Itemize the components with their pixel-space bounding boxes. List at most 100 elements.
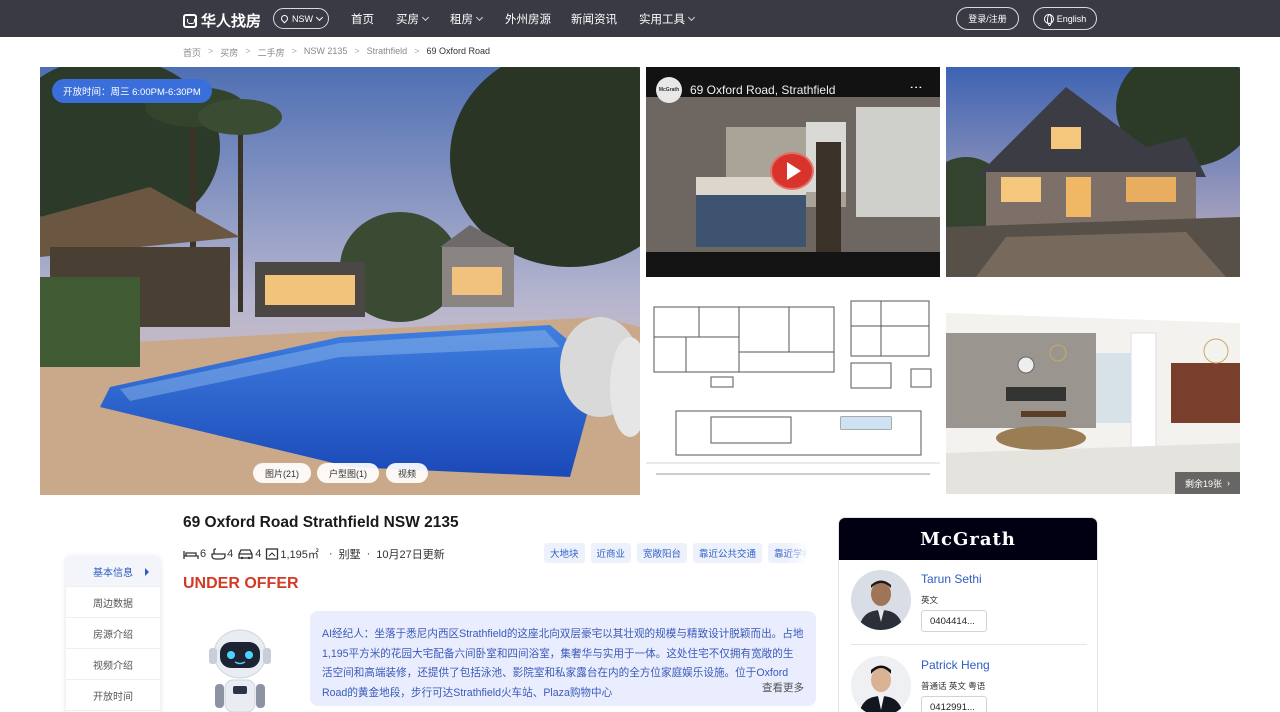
agent-photo bbox=[851, 570, 911, 630]
read-more-link[interactable]: 查看更多 bbox=[728, 678, 816, 698]
bed-icon bbox=[183, 551, 199, 559]
agent-phone-button[interactable]: 0404414... bbox=[921, 610, 987, 632]
photos-button[interactable]: 图片(21) bbox=[253, 463, 312, 483]
bedrooms-value: 6 bbox=[200, 548, 207, 560]
menu-open-times[interactable]: 开放时间 bbox=[66, 680, 160, 711]
language-button[interactable]: English bbox=[1033, 7, 1097, 30]
brand-name: 华人找房 bbox=[201, 13, 262, 30]
nav-rent-label: 租房 bbox=[450, 14, 473, 26]
nav-interstate[interactable]: 外州房源 bbox=[505, 11, 551, 27]
breadcrumb-home[interactable]: 首页 bbox=[183, 46, 201, 59]
land-size-value: 1,195㎡ bbox=[280, 549, 319, 561]
nav-news[interactable]: 新闻资讯 bbox=[571, 11, 617, 27]
exterior-photo-tile[interactable] bbox=[946, 67, 1240, 277]
nav-news-label: 新闻资讯 bbox=[571, 14, 617, 26]
nav-tools-label: 实用工具 bbox=[639, 14, 685, 26]
interior-photo-tile[interactable]: 剩余19张 › bbox=[946, 283, 1240, 494]
nav-home-label: 首页 bbox=[351, 14, 374, 26]
bath-icon bbox=[211, 548, 226, 560]
tag-public-transport: 靠近公共交通 bbox=[693, 543, 763, 563]
agent-name[interactable]: Tarun Sethi bbox=[921, 572, 982, 586]
globe-icon bbox=[1043, 13, 1054, 26]
listing-features: 6 4 4 1,195㎡ · 别墅 · 10月27日更新 bbox=[183, 546, 445, 562]
land-area-icon bbox=[266, 548, 279, 560]
breadcrumb-current: 69 Oxford Road bbox=[426, 46, 490, 56]
home-icon bbox=[183, 13, 197, 28]
video-tile[interactable]: McGrath 69 Oxford Road, Strathfield ⋮ bbox=[646, 67, 940, 277]
top-navigation: 华人找房 NSW 首页 买房 租房 外州房源 新闻资讯 实用工具 登录/注册 E… bbox=[0, 0, 1280, 37]
bedrooms: 6 bbox=[183, 548, 206, 560]
ai-agent-summary: AI经纪人：坐落于悉尼内西区Strathfield的这座北向双层豪宅以其壮观的规… bbox=[310, 611, 816, 706]
nav-interstate-label: 外州房源 bbox=[505, 14, 551, 26]
chevron-down-icon bbox=[421, 13, 430, 22]
bathrooms: 4 bbox=[210, 548, 233, 560]
pool-house-image bbox=[40, 67, 640, 495]
agent-phone-button[interactable]: 0412991... bbox=[921, 696, 987, 712]
floorplan-image bbox=[646, 283, 940, 494]
nav-buy-label: 买房 bbox=[396, 14, 419, 26]
agent-name[interactable]: Patrick Heng bbox=[921, 658, 990, 672]
dining-room-image bbox=[946, 283, 1240, 494]
channel-avatar: McGrath bbox=[656, 77, 682, 103]
breadcrumb-postcode[interactable]: NSW 2135 bbox=[304, 46, 348, 59]
site-logo[interactable]: 华人找房 bbox=[183, 10, 261, 31]
listing-title: 69 Oxford Road Strathfield NSW 2135 bbox=[183, 514, 459, 531]
breadcrumb: 首页 > 买房 > 二手房 > NSW 2135 > Strathfield > 69 O… bbox=[183, 46, 490, 59]
main-photo[interactable]: 开放时间：周三 6:00PM-6:30PM 图片(21) 户型图(1) 视频 bbox=[40, 67, 640, 495]
house-exterior-image bbox=[946, 67, 1240, 277]
chevron-right-icon: › bbox=[1227, 478, 1230, 488]
menu-property-description[interactable]: 房源介绍 bbox=[66, 618, 160, 649]
agency-logo[interactable]: McGrath bbox=[839, 518, 1097, 560]
agent-languages: 普通话 英文 粤语 bbox=[921, 681, 986, 691]
remaining-photos-button[interactable]: 剩余19张 › bbox=[1174, 472, 1240, 494]
floorplan-button[interactable]: 户型图(1) bbox=[317, 463, 379, 483]
agent-card: McGrath Tarun Sethi 英文 0404414... Patric… bbox=[838, 517, 1098, 712]
chevron-down-icon bbox=[315, 13, 324, 21]
state-selector[interactable]: NSW bbox=[273, 8, 329, 29]
tag-near-shops: 近商业 bbox=[590, 543, 632, 563]
chevron-down-icon bbox=[475, 13, 484, 22]
state-label: NSW bbox=[292, 13, 313, 24]
login-label: 登录/注册 bbox=[968, 14, 1007, 24]
nav-tools[interactable]: 实用工具 bbox=[639, 11, 696, 27]
language-label: English bbox=[1056, 13, 1087, 24]
menu-basic-info[interactable]: 基本信息 bbox=[66, 556, 160, 587]
avatar[interactable] bbox=[851, 570, 911, 630]
sale-status: UNDER OFFER bbox=[183, 575, 299, 592]
section-side-menu: 基本信息 周边数据 房源介绍 视频介绍 开放时间 bbox=[66, 556, 160, 712]
nav-buy[interactable]: 买房 bbox=[396, 11, 430, 27]
play-icon[interactable] bbox=[770, 152, 814, 190]
nav-rent[interactable]: 租房 bbox=[450, 11, 484, 27]
more-options-icon[interactable]: ⋮ bbox=[909, 81, 924, 94]
chevron-down-icon bbox=[687, 13, 696, 22]
breadcrumb-suburb[interactable]: Strathfield bbox=[367, 46, 408, 59]
tag-balcony: 宽敞阳台 bbox=[637, 543, 688, 563]
breadcrumb-resale[interactable]: 二手房 bbox=[258, 46, 285, 59]
tag-large-block: 大地块 bbox=[544, 543, 585, 563]
agent-languages: 英文 bbox=[921, 595, 939, 605]
menu-video[interactable]: 视频介绍 bbox=[66, 649, 160, 680]
avatar[interactable] bbox=[851, 656, 911, 712]
login-button[interactable]: 登录/注册 bbox=[956, 7, 1019, 30]
bathrooms-value: 4 bbox=[227, 548, 234, 560]
parking-value: 4 bbox=[255, 548, 262, 560]
remaining-photos-label: 剩余19张 bbox=[1184, 478, 1222, 489]
land-size: 1,195㎡ bbox=[265, 546, 319, 562]
agent-row: Patrick Heng 普通话 英文 粤语 0412991... bbox=[851, 656, 1087, 712]
tags-fade bbox=[786, 543, 808, 563]
feature-tags: 大地块 近商业 宽敞阳台 靠近公共交通 靠近学校 bbox=[544, 543, 808, 563]
video-button[interactable]: 视频 bbox=[386, 463, 429, 483]
video-title: 69 Oxford Road, Strathfield bbox=[690, 83, 836, 97]
breadcrumb-buy[interactable]: 买房 bbox=[220, 46, 238, 59]
ai-robot-icon bbox=[209, 629, 271, 712]
parking: 4 bbox=[237, 548, 261, 560]
location-pin-icon bbox=[279, 13, 290, 24]
property-type: 别墅 bbox=[338, 549, 361, 561]
car-icon bbox=[238, 549, 253, 560]
updated-date: 10月27日更新 bbox=[376, 549, 445, 561]
floorplan-tile[interactable] bbox=[646, 283, 940, 494]
menu-neighbourhood-data[interactable]: 周边数据 bbox=[66, 587, 160, 618]
agent-row: Tarun Sethi 英文 0404414... bbox=[851, 570, 1087, 634]
agent-photo bbox=[851, 656, 911, 712]
nav-home[interactable]: 首页 bbox=[351, 11, 374, 27]
